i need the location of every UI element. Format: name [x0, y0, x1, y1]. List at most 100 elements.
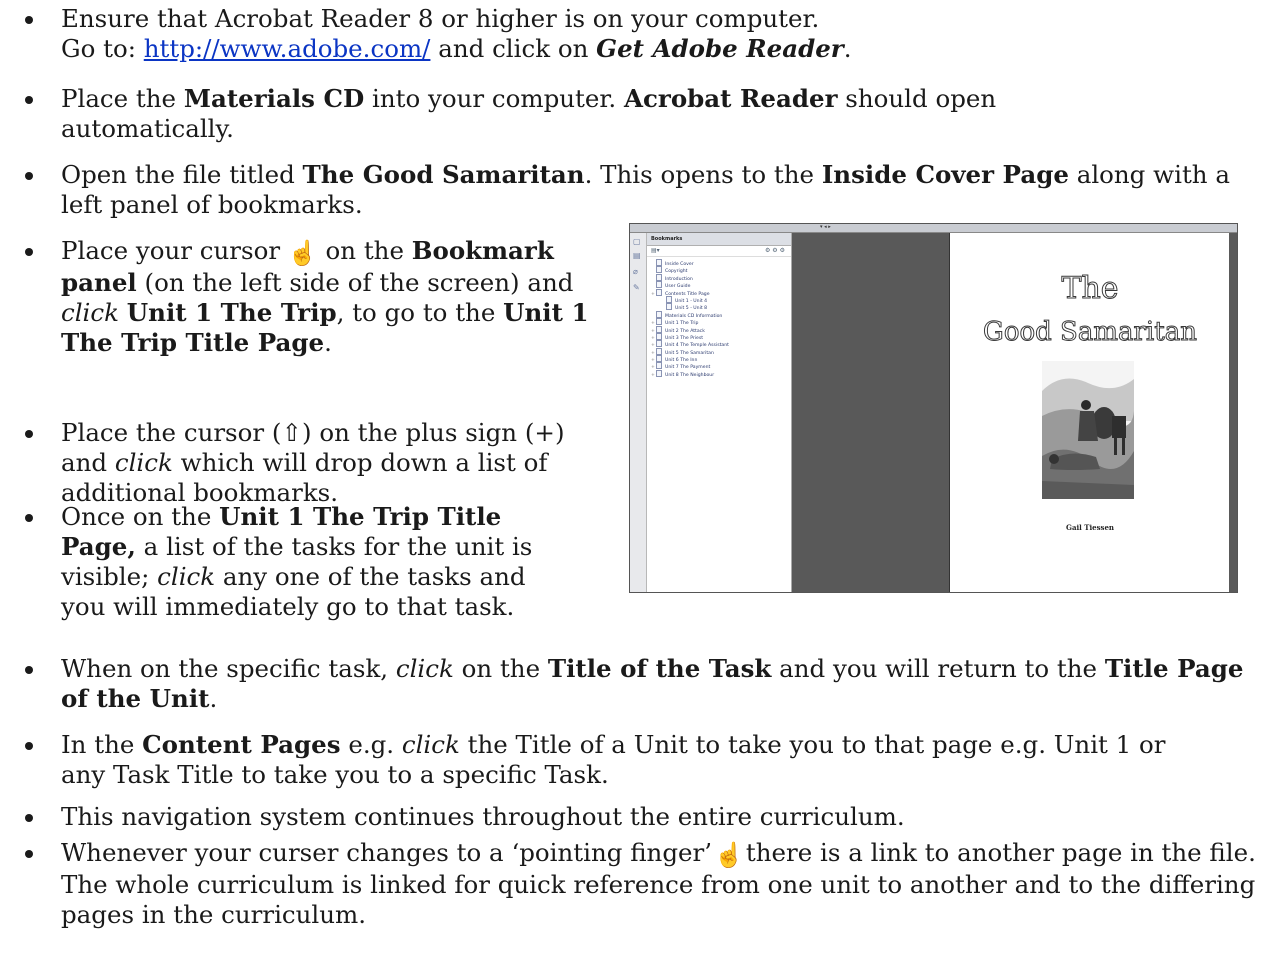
bookmark-item[interactable]: + Unit 3 The Priest	[647, 332, 791, 341]
bookmark-page-icon	[666, 295, 672, 303]
bookmark-page-icon	[656, 310, 662, 318]
instruction-text: Whenever your curser changes to a ‘point…	[61, 838, 713, 867]
instruction-text: . This opens to the	[584, 160, 822, 189]
bookmark-item[interactable]: + Unit 4 The Temple Assistant	[647, 340, 791, 348]
bookmark-page-icon	[656, 362, 662, 370]
book-author: Gail Tiessen	[1065, 523, 1114, 532]
bookmark-item[interactable]: + Unit 2 The Attack	[647, 325, 791, 334]
bookmark-page-icon	[666, 303, 672, 311]
instruction-text: This navigation system continues through…	[61, 802, 905, 831]
pointing-hand-icon: ☝	[287, 239, 318, 267]
bookmark-item[interactable]: + Unit 6 The Inn	[647, 355, 791, 363]
bookmark-item[interactable]: + Unit 7 The Payment	[647, 362, 791, 370]
instruction-text: Once on the	[61, 502, 220, 531]
instruction-text: Place the	[61, 84, 184, 113]
good-samaritan-text: The Good Samaritan	[302, 160, 585, 189]
bookmark-page-icon	[656, 288, 662, 296]
book-title-line-1: The	[1061, 271, 1119, 307]
instruction-text: on the	[317, 236, 412, 265]
bookmark-page-icon	[656, 325, 662, 333]
acrobat-reader-screenshot: ▾ ◂ ▸ ▢ ▤ ⌀ ✎ Bookmarks ▤▾ ⚙ ⚙ ⚙ Inside …	[629, 223, 1238, 593]
bullet-icon	[25, 16, 33, 24]
bookmark-page-icon	[656, 340, 662, 348]
instruction-text: Place your cursor	[61, 236, 288, 265]
bullet-icon	[25, 514, 33, 522]
reader-canvas-background	[792, 233, 949, 592]
acrobat-reader-text: Acrobat Reader	[624, 84, 838, 113]
instruction-text: Ensure that Acrobat Reader 8 or higher i…	[61, 4, 820, 33]
content-pages-text: Content Pages	[142, 730, 341, 759]
bookmarks-panel-title: Bookmarks	[651, 236, 683, 242]
bookmark-page-icon	[656, 355, 662, 363]
click-text: click	[401, 730, 460, 759]
click-text: click	[114, 448, 173, 477]
bookmark-page-icon	[656, 259, 662, 266]
reader-right-margin	[1229, 233, 1237, 592]
instruction-text: When on the specific task,	[61, 654, 396, 683]
instruction-text: on the	[453, 654, 548, 683]
bullet-icon	[25, 430, 33, 438]
bullet-icon	[25, 96, 33, 104]
inside-cover-text: Inside Cover Page	[821, 160, 1069, 189]
instruction-text: Go to:	[61, 34, 144, 63]
bookmark-page-icon	[656, 347, 662, 355]
bookmark-tools-icon: ⚙ ⚙ ⚙	[765, 247, 785, 254]
bullet-icon	[25, 666, 33, 674]
cover-illustration	[1042, 361, 1134, 499]
bookmark-page-icon	[656, 266, 662, 274]
instruction-text: and you will return to the	[771, 654, 1105, 683]
document-page: Ensure that Acrobat Reader 8 or higher i…	[0, 0, 1271, 953]
bookmarks-panel-header: Bookmarks	[647, 233, 791, 246]
bookmark-item[interactable]: + Unit 1 The Trip	[647, 318, 791, 326]
bookmark-item[interactable]: User Guide	[647, 281, 791, 289]
bookmark-item[interactable]: + Unit 8 The Neighbour	[647, 369, 791, 378]
signature-icon: ✎	[633, 283, 640, 292]
book-title-line-2: Good Samaritan	[983, 317, 1198, 348]
instruction-text: (on the left side of the screen) and	[136, 268, 574, 297]
bookmark-icon: ▤	[633, 251, 641, 260]
instruction-text: and click on	[430, 34, 597, 63]
bookmark-item[interactable]: Copyright	[647, 266, 791, 274]
materials-cd-text: Materials CD	[183, 84, 365, 113]
attachment-icon: ⌀	[633, 267, 638, 276]
pages-icon: ▢	[633, 237, 641, 246]
bookmark-item[interactable]: + Unit 5 The Samaritan	[647, 347, 791, 356]
bookmark-page-icon	[656, 281, 662, 289]
adobe-link[interactable]: http://www.adobe.com/	[144, 34, 431, 63]
bookmark-item[interactable]: Unit 1 - Unit 4	[647, 295, 791, 304]
click-text: click	[157, 562, 216, 591]
book-cover-page: The Good Samaritan Gail Tiessen	[949, 233, 1230, 592]
bullet-icon	[25, 172, 33, 180]
instruction-text: , to go to the	[336, 298, 504, 327]
bookmark-page-icon	[656, 318, 662, 326]
bookmarks-panel: Bookmarks ▤▾ ⚙ ⚙ ⚙ Inside Cover Copyright…	[647, 233, 792, 592]
bookmark-item[interactable]: + Contents Title Page	[647, 288, 791, 297]
click-text: click	[61, 298, 119, 327]
bookmark-item[interactable]: Introduction	[647, 273, 791, 282]
reader-navigation-strip: ▢ ▤ ⌀ ✎	[630, 233, 647, 592]
pointing-hand-icon: ☝	[714, 841, 744, 869]
unit-1-trip-text: Unit 1 The Trip	[126, 298, 337, 327]
bullet-icon	[25, 248, 33, 256]
title-of-task-text: Title of the Task	[547, 654, 772, 683]
bookmark-page-icon	[656, 332, 662, 340]
bookmark-item[interactable]: Materials CD Information	[647, 310, 791, 319]
reader-toolbar: ▾ ◂ ▸	[630, 224, 1237, 233]
options-icon: ▤▾	[651, 247, 660, 254]
bullet-icon	[25, 742, 33, 750]
click-text: click	[395, 654, 454, 683]
bookmarks-toolbar: ▤▾ ⚙ ⚙ ⚙	[647, 246, 791, 257]
bookmark-item[interactable]: Inside Cover	[647, 259, 791, 267]
bullet-icon	[25, 850, 33, 858]
instruction-text: into your computer.	[364, 84, 624, 113]
instruction-text: .	[843, 34, 852, 63]
bookmark-label: Unit 8 The Neighbour	[665, 372, 715, 378]
bookmark-page-icon	[656, 273, 662, 281]
get-adobe-reader-text: Get Adobe Reader	[596, 34, 844, 63]
bookmark-item[interactable]: Unit 5 - Unit 8	[647, 303, 791, 311]
instruction-text: e.g.	[340, 730, 402, 759]
bullet-icon	[25, 814, 33, 822]
instruction-text: Open the file titled	[61, 160, 303, 189]
bookmark-page-icon	[656, 369, 662, 377]
bookmark-list: Inside Cover Copyright Introduction User Gu…	[647, 259, 791, 378]
